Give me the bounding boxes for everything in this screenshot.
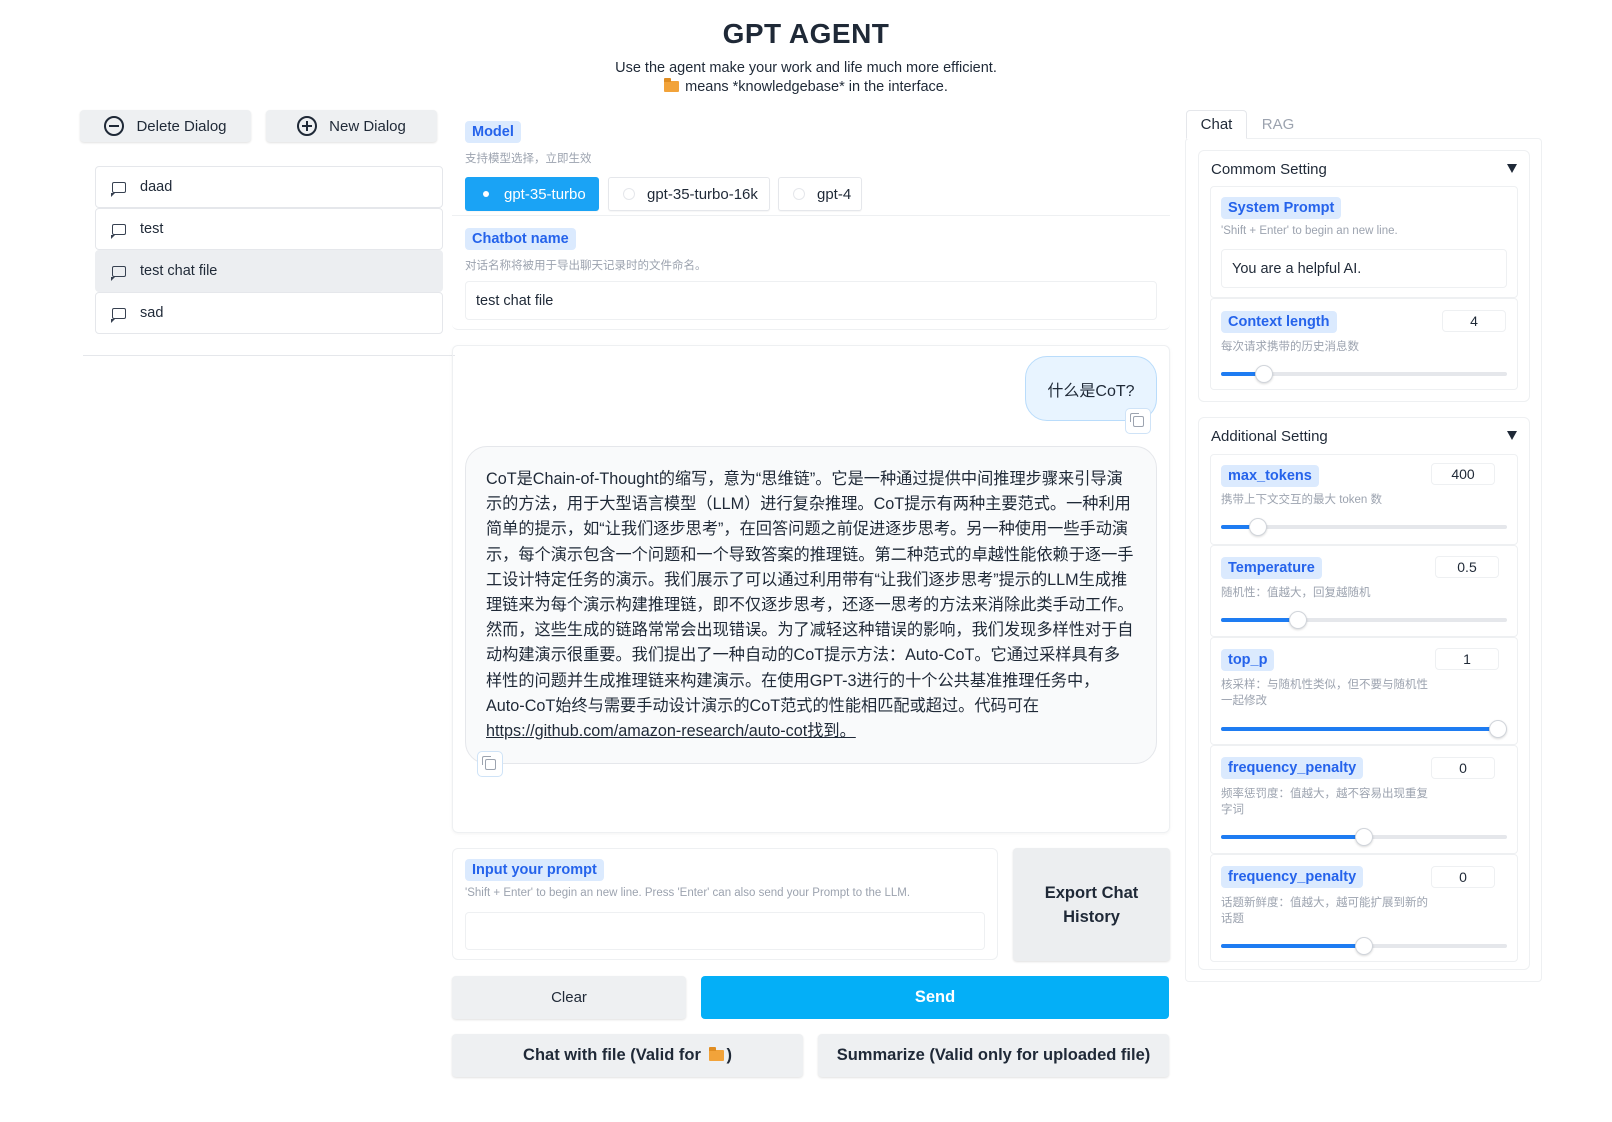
slider-fill (1221, 727, 1499, 731)
dialog-item-label: test (140, 221, 164, 237)
copy-icon (1129, 412, 1144, 427)
summarize-button[interactable]: Summarize (Valid only for uploaded file) (818, 1034, 1169, 1077)
slider-handle[interactable] (1254, 365, 1273, 383)
clear-button[interactable]: Clear (452, 976, 686, 1019)
slider-fill (1221, 835, 1364, 839)
context-length-slider[interactable] (1221, 365, 1507, 383)
dialog-item-label: sad (140, 305, 164, 321)
dialog-item[interactable]: daad (95, 166, 443, 208)
dialog-item-label: daad (140, 179, 173, 195)
delete-dialog-button[interactable]: Delete Dialog (80, 110, 251, 142)
export-chat-history-button[interactable]: Export Chat History (1013, 848, 1170, 961)
dialog-item-label: test chat file (140, 263, 218, 279)
copy-bot-message-button[interactable] (477, 751, 503, 777)
top-p-hint: 核采样：与随机性类似，但不要与随机性一起修改 (1221, 679, 1428, 707)
context-length-input[interactable]: 4 (1442, 310, 1506, 332)
bot-message-link[interactable]: https://github.com/amazon-research/auto-… (486, 722, 856, 740)
system-prompt-hint: 'Shift + Enter' to begin an new line. (1221, 225, 1398, 237)
slider-handle[interactable] (1355, 828, 1373, 846)
frequency-penalty-slider[interactable] (1221, 828, 1507, 846)
chat-bubble-icon (111, 181, 126, 197)
max-tokens-hint: 携带上下文交互的最大 token 数 (1221, 494, 1383, 506)
prompt-hint: 'Shift + Enter' to begin an new line. Pr… (465, 887, 911, 899)
dialog-list: daad test test chat file sad (83, 166, 455, 356)
dialog-item-active[interactable]: test chat file (95, 250, 443, 292)
radio-dot-icon (623, 188, 635, 200)
model-option-gpt-4[interactable]: gpt-4 (778, 177, 862, 211)
dialog-item[interactable]: sad (95, 292, 443, 334)
chatbot-name-input[interactable]: test chat file (465, 281, 1157, 320)
top-p-input[interactable]: 1 (1435, 648, 1499, 670)
frequency-penalty-input[interactable]: 0 (1431, 757, 1495, 779)
presence-penalty-input[interactable]: 0 (1431, 866, 1495, 888)
chat-with-file-label: Chat with file (Valid for (523, 1046, 701, 1064)
caret-down-icon[interactable] (1507, 431, 1517, 440)
max-tokens-slider[interactable] (1221, 518, 1507, 536)
model-option-label: gpt-35-turbo (504, 185, 586, 203)
presence-penalty-label: frequency_penalty (1221, 866, 1364, 888)
context-length-label: Context length (1221, 311, 1337, 333)
copy-icon (481, 755, 496, 770)
chatbot-name-hint: 对话名称将被用于导出聊天记录时的文件命名。 (465, 260, 707, 272)
presence-penalty-hint: 话题新鲜度：值越大，越可能扩展到新的话题 (1221, 897, 1428, 925)
page-subtitle-kb: means *knowledgebase* in the interface. (0, 78, 1612, 95)
folder-icon (664, 78, 680, 92)
prompt-label: Input your prompt (465, 859, 604, 881)
frequency-penalty-label: frequency_penalty (1221, 757, 1364, 779)
temperature-slider[interactable] (1221, 611, 1507, 629)
export-line2: History (1063, 907, 1120, 926)
dialog-item[interactable]: test (95, 208, 443, 250)
model-option-gpt-35-turbo[interactable]: gpt-35-turbo (465, 177, 599, 211)
tab-chat[interactable]: Chat (1186, 110, 1247, 139)
temperature-label: Temperature (1221, 557, 1322, 579)
common-setting-title[interactable]: Commom Setting (1211, 161, 1327, 178)
max-tokens-label: max_tokens (1221, 465, 1319, 487)
chat-bubble-icon (111, 307, 126, 323)
temperature-hint: 随机性：值越大，回复越随机 (1221, 587, 1371, 599)
radio-dot-icon (480, 188, 492, 200)
model-option-label: gpt-4 (817, 185, 852, 203)
frequency-penalty-hint: 频率惩罚度：值越大，越不容易出现重复字词 (1221, 788, 1428, 816)
folder-icon (709, 1047, 725, 1061)
slider-fill (1221, 618, 1299, 622)
system-prompt-label: System Prompt (1221, 197, 1342, 219)
prompt-input[interactable] (465, 912, 985, 950)
kb-note: means *knowledgebase* in the interface. (685, 79, 948, 95)
chat-with-file-button[interactable]: Chat with file (Valid for ) (452, 1034, 803, 1077)
top-p-label: top_p (1221, 649, 1275, 671)
top-p-slider[interactable] (1221, 720, 1508, 738)
delete-dialog-label: Delete Dialog (136, 117, 227, 135)
minus-circle-icon (104, 116, 125, 136)
tab-rag[interactable]: RAG (1250, 110, 1306, 139)
bot-message-text: CoT是Chain-of-Thought的缩写，意为“思维链”。它是一种通过提供… (486, 470, 1134, 715)
page-title: GPT AGENT (722, 18, 890, 49)
model-label: Model (465, 121, 521, 143)
export-line1: Export Chat (1044, 883, 1139, 902)
new-dialog-button[interactable]: New Dialog (266, 110, 437, 142)
slider-fill (1221, 944, 1364, 948)
model-option-label: gpt-35-turbo-16k (647, 185, 758, 203)
system-prompt-input[interactable]: You are a helpful AI. (1221, 249, 1507, 288)
chatbot-name-label: Chatbot name (465, 228, 576, 250)
radio-dot-icon (793, 188, 805, 200)
caret-down-icon[interactable] (1507, 164, 1517, 173)
temperature-input[interactable]: 0.5 (1435, 556, 1499, 578)
chat-bubble-icon (111, 223, 126, 239)
additional-setting-title[interactable]: Additional Setting (1211, 428, 1328, 445)
chat-with-file-close: ) (726, 1046, 732, 1064)
plus-circle-icon (297, 116, 318, 136)
chat-bubble-icon (111, 265, 126, 281)
bot-message-bubble: CoT是Chain-of-Thought的缩写，意为“思维链”。它是一种通过提供… (465, 446, 1157, 764)
context-length-hint: 每次请求携带的历史消息数 (1221, 341, 1359, 353)
model-hint: 支持模型选择，立即生效 (465, 153, 592, 165)
copy-user-message-button[interactable] (1125, 408, 1151, 434)
presence-penalty-slider[interactable] (1221, 937, 1507, 955)
new-dialog-label: New Dialog (329, 117, 406, 135)
model-option-gpt-35-turbo-16k[interactable]: gpt-35-turbo-16k (608, 177, 770, 211)
max-tokens-input[interactable]: 400 (1431, 463, 1495, 485)
page-subtitle: Use the agent make your work and life mu… (615, 60, 997, 76)
send-button[interactable]: Send (701, 976, 1169, 1019)
slider-handle[interactable] (1355, 937, 1373, 955)
